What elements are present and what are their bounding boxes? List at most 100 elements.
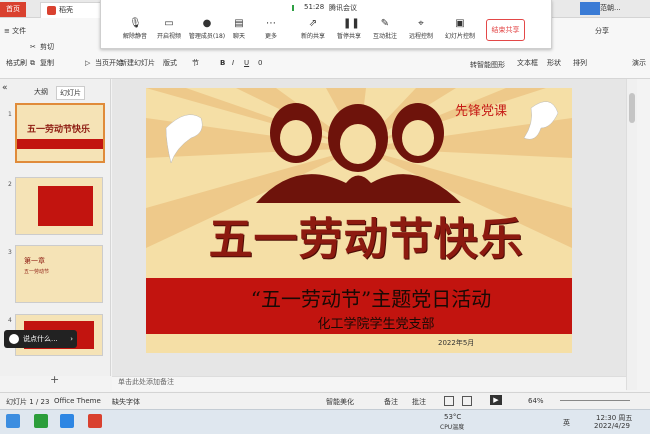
present-label: 演示 — [632, 59, 646, 67]
outline-tab[interactable]: 大纲 — [34, 87, 48, 97]
cut-label: 剪切 — [40, 43, 54, 51]
play-from-current-label: 当页开始 — [95, 59, 123, 67]
slide-number: 4 — [8, 317, 12, 324]
underline-button[interactable]: U — [244, 59, 249, 67]
slide-sorter-icon[interactable] — [462, 396, 472, 406]
slide-date[interactable]: 2022年5月 — [438, 338, 474, 348]
media-player-icon[interactable] — [34, 414, 48, 428]
comments-button[interactable]: 批注 — [412, 397, 426, 407]
more-button[interactable]: ⋯ 更多 — [251, 18, 291, 40]
remote-control-label: 远程控制 — [408, 33, 433, 40]
remote-control-button[interactable]: ⌖ 远程控制 — [401, 18, 441, 40]
start-video-button[interactable]: ▭ 开启视频 — [149, 18, 189, 40]
slide-number: 1 — [8, 111, 12, 118]
start-icon[interactable] — [6, 414, 20, 428]
copy-icon: ⧉ — [30, 59, 35, 67]
zoom-slider[interactable] — [560, 400, 630, 401]
shape-label: 形状 — [547, 59, 561, 67]
clock-date[interactable]: 2022/4/29 — [594, 422, 630, 430]
vertical-scrollbar[interactable] — [626, 79, 637, 390]
copy-button[interactable]: ⧉ 复制 — [30, 58, 54, 68]
shape-button[interactable]: 形状 — [547, 58, 561, 68]
file-menu-label: 文件 — [12, 27, 27, 35]
wps-icon[interactable] — [88, 414, 102, 428]
slide-number: 3 — [8, 249, 12, 256]
chat-label: 聊天 — [232, 33, 245, 40]
missing-font-indicator[interactable]: 缺失字体 — [112, 397, 140, 407]
network-signal-icon — [292, 5, 300, 11]
play-slideshow-icon[interactable]: ▶ — [490, 395, 502, 405]
smart-beautify-button[interactable]: 智能美化 — [326, 397, 354, 407]
format-painter-button[interactable]: 格式刷 — [6, 58, 27, 68]
scissors-icon: ✂ — [30, 43, 36, 51]
tab-home[interactable]: 首页 — [0, 2, 26, 17]
new-slide-label: 新建幻灯片 — [120, 59, 155, 67]
chat-bubble-icon — [9, 334, 19, 344]
notes-button[interactable]: 备注 — [384, 397, 398, 407]
remote-control-icon: ⌖ — [418, 18, 424, 29]
slide-thumbnail-3[interactable]: 第一章 五一劳动节 — [15, 245, 103, 303]
collapse-panel-icon[interactable]: « — [2, 83, 8, 93]
tencent-meeting-icon[interactable] — [60, 414, 74, 428]
slide-subtitle[interactable]: “五一劳动节”主题党日活动 — [186, 283, 556, 312]
play-from-current-button[interactable]: ▷ 当页开始 — [85, 58, 123, 68]
docer-logo-icon — [47, 5, 56, 15]
more-label: 更多 — [264, 33, 277, 40]
more-icon: ⋯ — [266, 18, 276, 29]
video-camera-icon: ▭ — [164, 18, 174, 29]
slide-control-button[interactable]: ▣ 幻灯片控制 — [437, 18, 483, 40]
microphone-icon: 🎙 — [129, 18, 142, 29]
section-label: 节 — [192, 59, 199, 67]
slide-1[interactable]: 先锋党课 五一劳动节快乐 “五一劳动节”主题党日活动 化工学院学生党支部 202… — [146, 88, 572, 353]
meeting-duration: 51:28 — [304, 3, 325, 11]
input-language[interactable]: 英 — [563, 418, 570, 428]
notes-pane[interactable]: 单击此处添加备注 — [112, 376, 626, 391]
slide-main-title[interactable]: 五一劳动节快乐 — [206, 203, 526, 267]
play-icon: ▷ — [85, 59, 91, 67]
user-avatar[interactable] — [580, 2, 600, 15]
pioneer-class-label: 先锋党课 — [455, 104, 508, 119]
arrange-button[interactable]: 排列 — [573, 58, 587, 68]
windows-taskbar: 53°C CPU温度 英 12:30 周五 2022/4/29 — [0, 409, 650, 434]
textbox-button[interactable]: 文本框 — [517, 58, 538, 68]
add-slide-button[interactable]: + — [50, 373, 59, 386]
share-screen-icon: ⇗ — [308, 18, 318, 29]
share-button[interactable]: 分享 — [595, 26, 609, 36]
tab-docer-label: 稻壳 — [59, 6, 73, 14]
annotate-button[interactable]: ✎ 互动批注 — [365, 18, 405, 40]
pause-share-button[interactable]: ❚❚ 暂停共享 — [329, 18, 369, 40]
slide-thumbnail-2[interactable] — [15, 177, 103, 235]
chat-icon: ▤ — [234, 18, 244, 29]
chat-placeholder: 说点什么... — [23, 335, 58, 343]
slide-thumbnail-1[interactable]: 五一劳动节快乐 — [15, 103, 105, 163]
new-share-button[interactable]: ⇗ 新的共享 — [293, 18, 333, 40]
italic-button[interactable]: I — [232, 59, 234, 67]
new-slide-button[interactable]: 新建幻灯片 — [120, 58, 155, 68]
slides-tab[interactable]: 幻灯片 — [56, 86, 85, 100]
slide-organization[interactable]: 化工学院学生党支部 — [266, 313, 486, 332]
cpu-temperature: 53°C — [444, 413, 462, 421]
file-menu[interactable]: ≡ 文件 — [4, 26, 26, 36]
bold-button[interactable]: B — [220, 59, 225, 67]
scrollbar-thumb[interactable] — [629, 93, 635, 123]
normal-view-icon[interactable] — [444, 396, 454, 406]
layout-button[interactable]: 版式 — [163, 58, 177, 68]
status-bar: 幻灯片 1 / 23 Office Theme 缺失字体 智能美化 备注 批注 … — [0, 392, 650, 409]
cut-button[interactable]: ✂ 剪切 — [30, 42, 54, 52]
section-button[interactable]: 节 — [192, 58, 199, 68]
thumb-chapter: 第一章 — [24, 257, 45, 265]
smartart-label: 转智能图形 — [470, 61, 505, 69]
layout-label: 版式 — [163, 59, 177, 67]
end-share-button[interactable]: 结束共享 — [486, 19, 525, 41]
notes-placeholder: 单击此处添加备注 — [118, 378, 174, 386]
slide-control-label: 幻灯片控制 — [444, 33, 475, 40]
pause-share-label: 暂停共享 — [336, 33, 361, 40]
smartart-button[interactable]: 转智能图形 — [470, 60, 505, 70]
present-button[interactable]: 演示 — [632, 58, 646, 68]
user-name: 范朝... — [600, 4, 621, 12]
copy-label: 复制 — [40, 59, 54, 67]
meeting-chat-input[interactable]: 说点什么... › — [4, 330, 77, 348]
chevron-right-icon: › — [70, 335, 73, 343]
font-size-field[interactable]: 0 — [258, 59, 262, 67]
thumb-banner — [17, 139, 103, 149]
